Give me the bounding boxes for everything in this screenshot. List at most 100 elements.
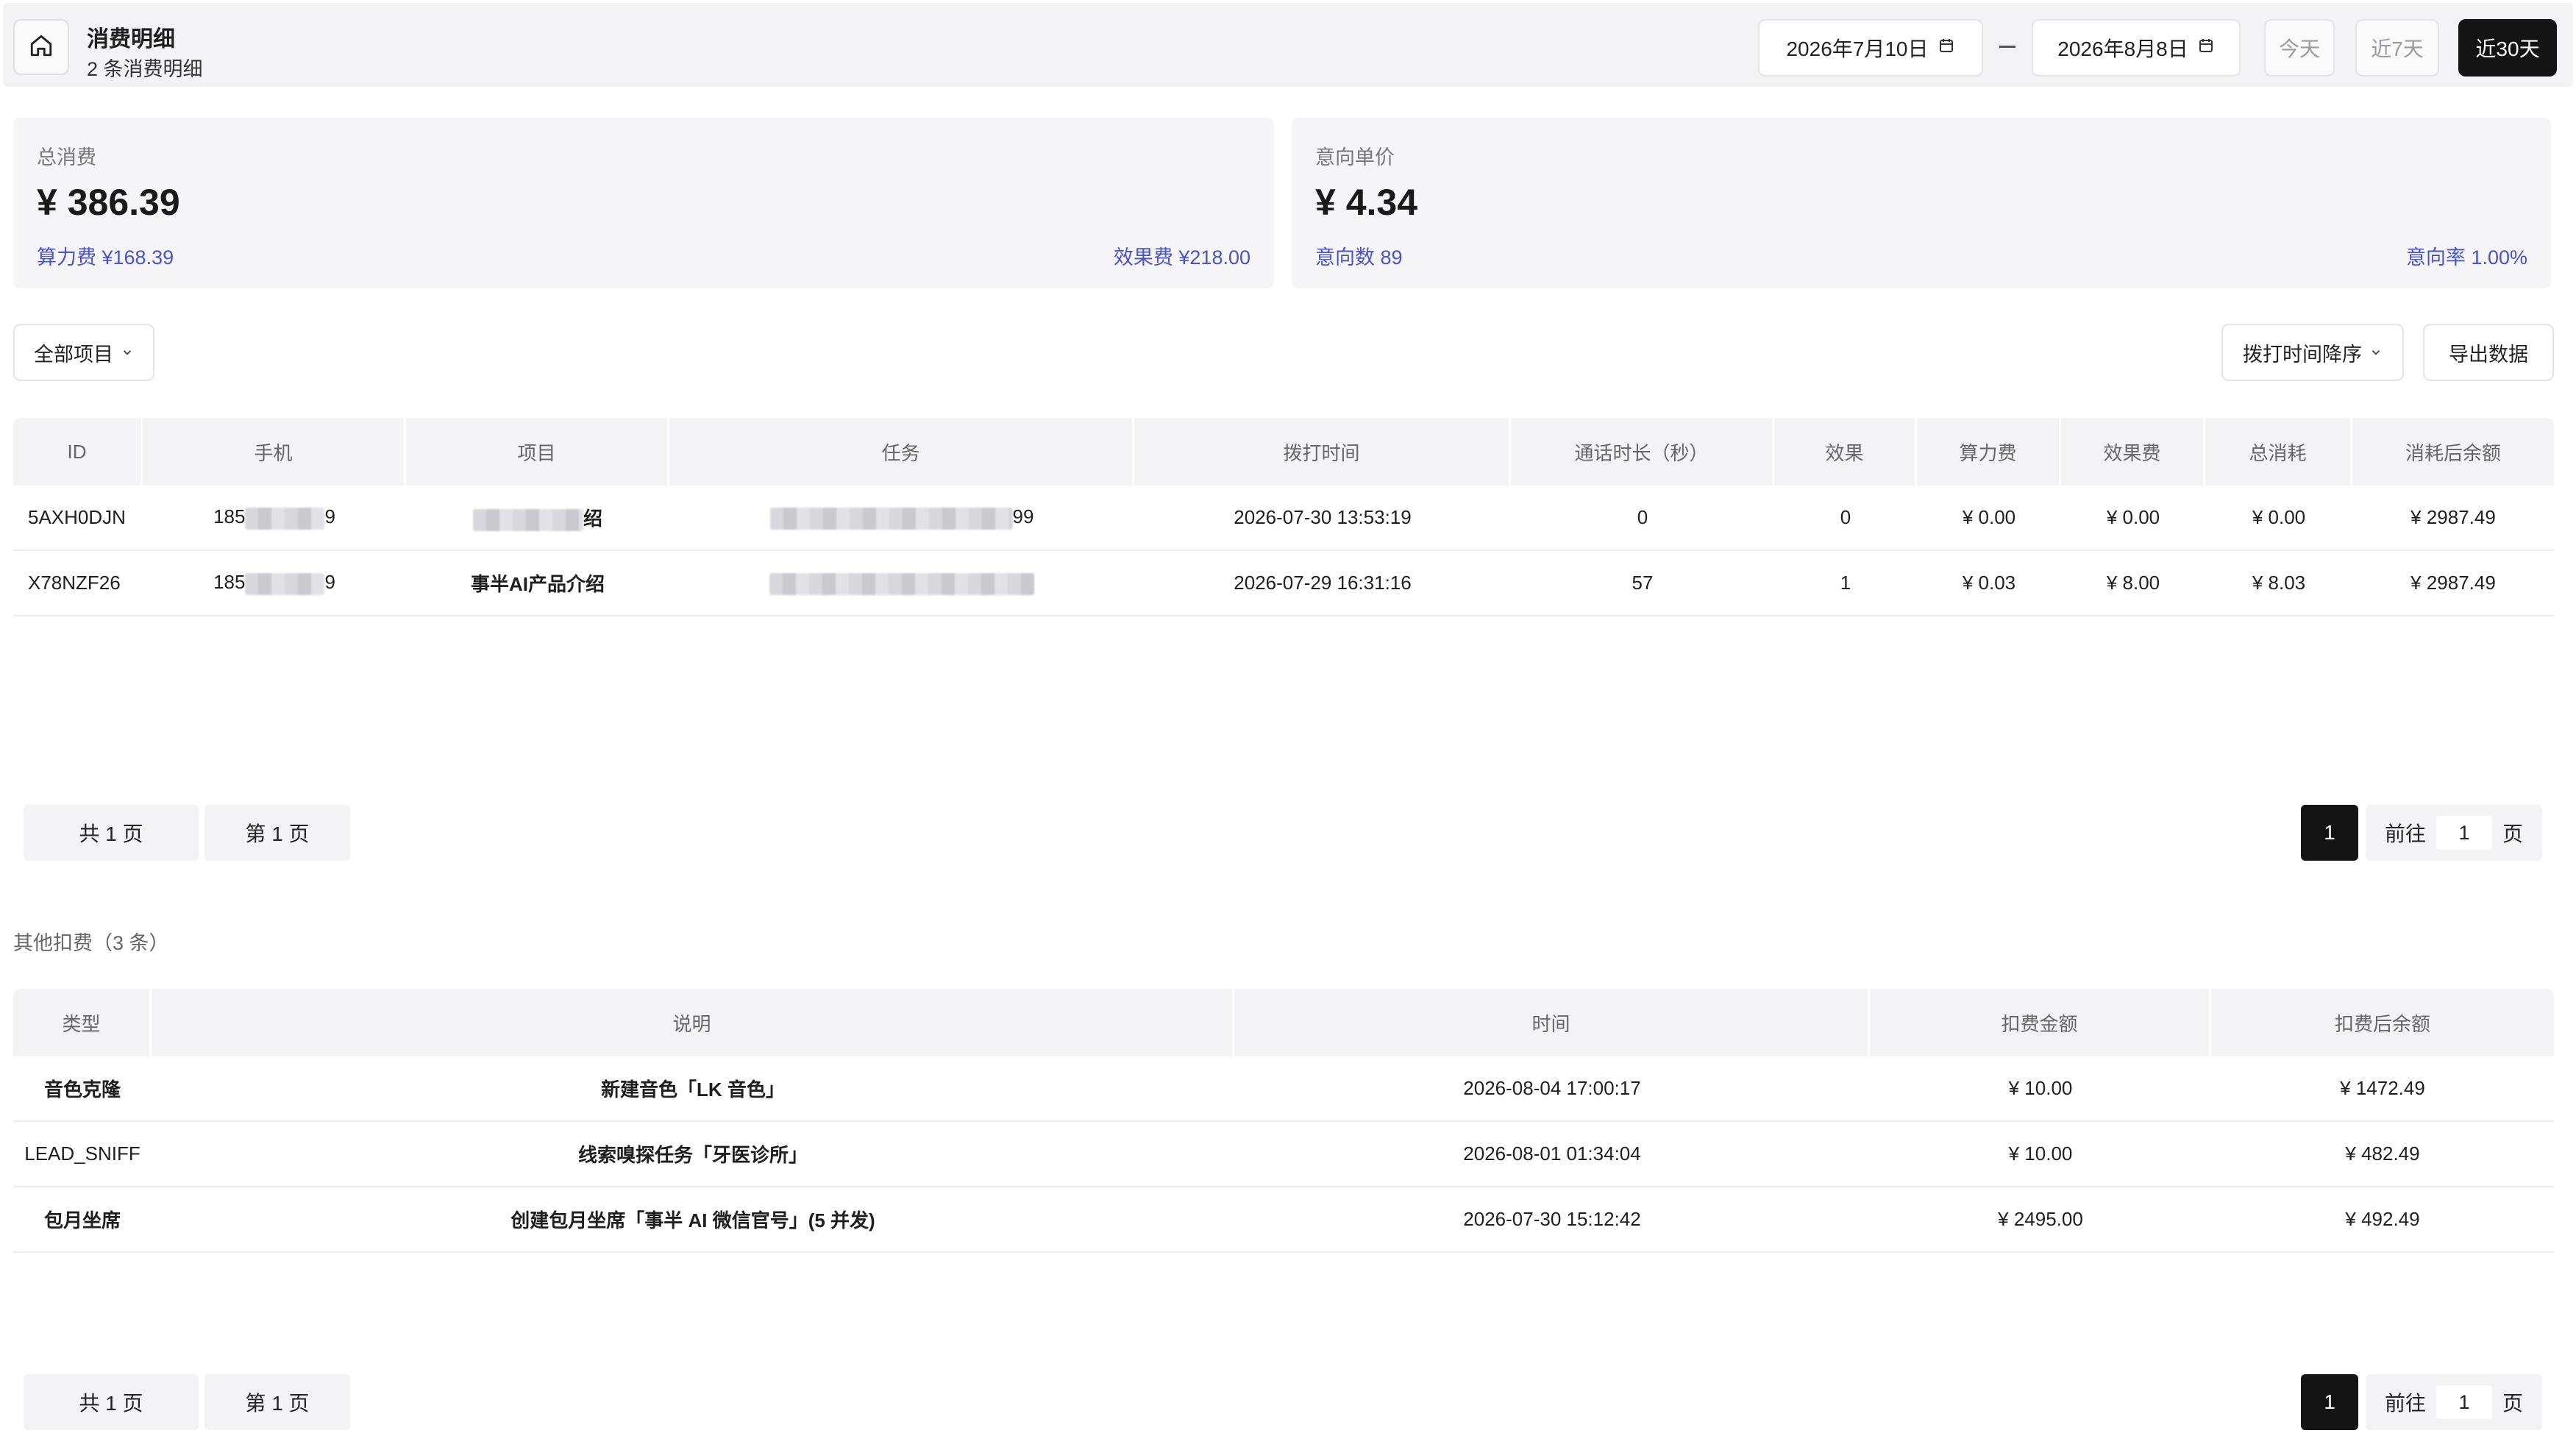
cell-description: 新建音色「LK 音色」 xyxy=(152,1056,1234,1122)
intent-price-label: 意向单价 xyxy=(1315,146,1395,168)
redacted-blur xyxy=(245,572,325,595)
goto-label: 前往 xyxy=(2384,822,2426,845)
redacted-blur xyxy=(472,509,583,532)
range-7days-button[interactable]: 近7天 xyxy=(2355,19,2439,77)
col-header-phone[interactable]: 手机 xyxy=(143,418,406,486)
pagination-total-pages: 共 1 页 xyxy=(24,1374,199,1430)
cell-time: 2026-08-01 01:34:04 xyxy=(1234,1122,1870,1187)
compute-fee-summary: 算力费 ¥168.39 xyxy=(37,246,174,269)
cell-type: LEAD_SNIFF xyxy=(13,1122,152,1187)
cell-task: 99 xyxy=(669,486,1134,551)
cell-type: 音色克隆 xyxy=(13,1056,152,1122)
cell-balance: ¥ 492.49 xyxy=(2211,1187,2554,1253)
phone-suffix: 9 xyxy=(324,571,335,594)
date-range-separator xyxy=(1999,46,2015,48)
range-today-button[interactable]: 今天 xyxy=(2264,19,2335,77)
col-header-balance-after[interactable]: 扣费后余额 xyxy=(2211,989,2554,1056)
goto-unit: 页 xyxy=(2502,822,2524,845)
table-row[interactable]: X78NZF26 185 9 事半AI产品介绍 2026-07-29 16:31:… xyxy=(13,551,2554,616)
page: 消费明细 2 条消费明细 2026年7月10日 2026年8月8日 今天 近7天… xyxy=(0,0,2576,1436)
task-suffix: 99 xyxy=(1012,505,1034,528)
intent-rate-summary: 意向率 1.00% xyxy=(2405,246,2527,269)
cell-amount: ¥ 10.00 xyxy=(1870,1056,2211,1122)
goto-unit: 页 xyxy=(2502,1392,2524,1415)
col-header-effect[interactable]: 效果 xyxy=(1774,418,1917,486)
cell-time: 2026-08-04 17:00:17 xyxy=(1234,1056,1870,1122)
pagination-page-1[interactable]: 1 xyxy=(2301,1374,2358,1430)
calendar-icon xyxy=(2197,36,2215,60)
project-suffix: 绍 xyxy=(583,507,602,530)
col-header-call-time[interactable]: 拨打时间 xyxy=(1134,418,1511,486)
col-header-time[interactable]: 时间 xyxy=(1234,989,1870,1056)
cell-project: 绍 xyxy=(406,486,669,551)
project-filter-dropdown[interactable]: 全部项目 xyxy=(13,324,154,381)
table-row[interactable]: LEAD_SNIFF 线索嗅探任务「牙医诊所」 2026-08-01 01:34… xyxy=(13,1122,2554,1187)
home-button[interactable] xyxy=(13,19,69,75)
col-header-project[interactable]: 项目 xyxy=(406,418,669,486)
other-table-header: 类型 说明 时间 扣费金额 扣费后余额 xyxy=(13,989,2554,1056)
cell-compute-fee: ¥ 0.00 xyxy=(1917,486,2061,551)
cell-project: 事半AI产品介绍 xyxy=(406,551,669,616)
start-date-picker[interactable]: 2026年7月10日 xyxy=(1758,19,1983,77)
col-header-amount[interactable]: 扣费金额 xyxy=(1870,989,2211,1056)
cell-balance: ¥ 2987.49 xyxy=(2352,486,2554,551)
cell-effect: 0 xyxy=(1774,486,1917,551)
intent-price-card: 意向单价 ¥ 4.34 意向数 89 意向率 1.00% xyxy=(1292,118,2551,288)
cell-balance: ¥ 482.49 xyxy=(2211,1122,2554,1187)
col-header-compute-fee[interactable]: 算力费 xyxy=(1917,418,2061,486)
cell-amount: ¥ 10.00 xyxy=(1870,1122,2211,1187)
cell-effect: 1 xyxy=(1774,551,1917,616)
table-row[interactable]: 包月坐席 创建包月坐席「事半 AI 微信官号」(5 并发) 2026-07-30… xyxy=(13,1187,2554,1253)
calls-table: ID 手机 项目 任务 拨打时间 通话时长（秒） 效果 算力费 效果费 总消耗 … xyxy=(13,418,2554,616)
table-row[interactable]: 5AXH0DJN 185 9 绍 99 2026-07-30 13:53:19 0… xyxy=(13,486,2554,551)
col-header-duration[interactable]: 通话时长（秒） xyxy=(1511,418,1774,486)
col-header-id[interactable]: ID xyxy=(13,418,143,486)
sort-dropdown[interactable]: 拨打时间降序 xyxy=(2221,324,2404,381)
total-spend-value: ¥ 386.39 xyxy=(37,182,180,223)
cell-time: 2026-07-30 15:12:42 xyxy=(1234,1187,1870,1253)
pagination-page-1[interactable]: 1 xyxy=(2301,805,2358,861)
phone-prefix: 185 xyxy=(213,505,246,528)
goto-label: 前往 xyxy=(2384,1392,2426,1415)
col-header-balance[interactable]: 消耗后余额 xyxy=(2352,418,2554,486)
page-subtitle: 2 条消费明细 xyxy=(87,58,203,80)
cell-task xyxy=(669,551,1134,616)
cell-duration: 0 xyxy=(1511,486,1774,551)
chevron-down-icon xyxy=(2369,341,2383,364)
col-header-description[interactable]: 说明 xyxy=(152,989,1234,1056)
col-header-task[interactable]: 任务 xyxy=(669,418,1134,486)
col-header-type[interactable]: 类型 xyxy=(13,989,152,1056)
project-filter-label: 全部项目 xyxy=(34,343,113,366)
table-row[interactable]: 音色克隆 新建音色「LK 音色」 2026-08-04 17:00:17 ¥ 1… xyxy=(13,1056,2554,1122)
cell-balance: ¥ 1472.49 xyxy=(2211,1056,2554,1122)
cell-phone: 185 9 xyxy=(143,486,406,551)
range-30days-button[interactable]: 近30天 xyxy=(2458,19,2557,77)
cell-phone: 185 9 xyxy=(143,551,406,616)
end-date-picker[interactable]: 2026年8月8日 xyxy=(2032,19,2241,77)
calendar-icon xyxy=(1938,36,1955,60)
cell-amount: ¥ 2495.00 xyxy=(1870,1187,2211,1253)
redacted-blur xyxy=(769,572,1034,595)
intent-count-summary: 意向数 89 xyxy=(1315,246,1403,269)
cell-duration: 57 xyxy=(1511,551,1774,616)
cell-total: ¥ 0.00 xyxy=(2205,486,2352,551)
col-header-total[interactable]: 总消耗 xyxy=(2205,418,2352,486)
cell-id: 5AXH0DJN xyxy=(13,486,143,551)
col-header-effect-fee[interactable]: 效果费 xyxy=(2061,418,2205,486)
export-button[interactable]: 导出数据 xyxy=(2423,324,2554,381)
goto-page-input[interactable] xyxy=(2436,816,2492,850)
goto-page-input[interactable] xyxy=(2436,1385,2492,1419)
cell-effect-fee: ¥ 0.00 xyxy=(2061,486,2205,551)
cell-call-time: 2026-07-29 16:31:16 xyxy=(1134,551,1511,616)
other-charges-title: 其他扣费（3 条） xyxy=(13,932,169,954)
cell-description: 创建包月坐席「事半 AI 微信官号」(5 并发) xyxy=(152,1187,1234,1253)
pagination-total-pages: 共 1 页 xyxy=(24,805,199,861)
cell-id: X78NZF26 xyxy=(13,551,143,616)
cell-type: 包月坐席 xyxy=(13,1187,152,1253)
end-date-value: 2026年8月8日 xyxy=(2057,38,2188,60)
sort-label: 拨打时间降序 xyxy=(2243,343,2362,366)
effect-fee-summary: 效果费 ¥218.00 xyxy=(1113,246,1250,269)
chevron-down-icon xyxy=(121,341,134,364)
header-bar: 消费明细 2 条消费明细 2026年7月10日 2026年8月8日 今天 近7天… xyxy=(3,3,2573,87)
redacted-blur xyxy=(245,507,325,530)
